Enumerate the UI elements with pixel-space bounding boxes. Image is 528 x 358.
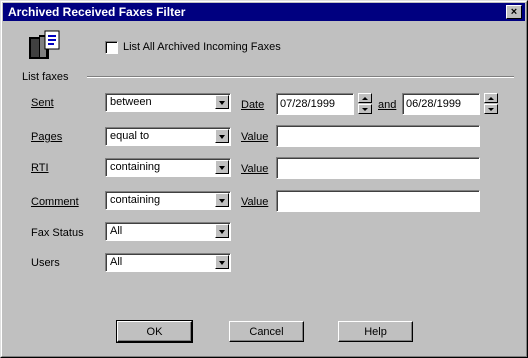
comment-operator-value: containing	[110, 194, 161, 206]
comment-label: Comment	[31, 196, 79, 208]
date-from-field[interactable]: 07/28/1999	[276, 93, 354, 115]
list-all-checkbox[interactable]	[105, 41, 118, 54]
pages-value-field[interactable]	[276, 125, 480, 147]
sent-label: Sent	[31, 97, 54, 109]
users-value: All	[110, 256, 123, 268]
date-to-value: 06/28/1999	[406, 98, 462, 110]
list-all-label: List All Archived Incoming Faxes	[123, 41, 281, 53]
rti-operator-value: containing	[110, 161, 161, 173]
pages-value-label: Value	[241, 131, 269, 143]
users-select[interactable]: All	[105, 253, 231, 272]
cancel-button[interactable]: Cancel	[229, 321, 304, 342]
spin-up-icon[interactable]	[358, 93, 372, 103]
rti-label: RTI	[31, 162, 49, 174]
chevron-down-icon[interactable]	[215, 129, 229, 143]
date-to-field[interactable]: 06/28/1999	[402, 93, 480, 115]
fax-archive-icon	[29, 30, 60, 59]
date-to-spinner[interactable]	[484, 93, 498, 115]
rti-value-label: Value	[241, 163, 269, 175]
chevron-down-icon[interactable]	[215, 255, 229, 269]
date-label: Date	[241, 99, 265, 111]
fax-status-select[interactable]: All	[105, 222, 231, 241]
chevron-down-icon[interactable]	[215, 160, 229, 174]
users-label: Users	[31, 257, 60, 269]
close-button[interactable]: ×	[506, 5, 522, 19]
window-title: Archived Received Faxes Filter	[8, 5, 186, 19]
ok-button[interactable]: OK	[116, 320, 193, 343]
sent-operator-select[interactable]: between	[105, 93, 231, 112]
rti-operator-select[interactable]: containing	[105, 158, 231, 177]
pages-operator-value: equal to	[110, 130, 150, 142]
title-bar: Archived Received Faxes Filter ×	[3, 3, 525, 21]
chevron-down-icon[interactable]	[215, 95, 229, 109]
and-label: and	[378, 99, 397, 111]
comment-value-label: Value	[241, 196, 269, 208]
spin-down-icon[interactable]	[484, 104, 498, 114]
comment-value-field[interactable]	[276, 190, 480, 212]
sent-operator-value: between	[110, 96, 152, 108]
date-from-value: 07/28/1999	[280, 98, 336, 110]
dialog-window: Archived Received Faxes Filter × List Al…	[0, 0, 528, 358]
rti-value-field[interactable]	[276, 157, 480, 179]
chevron-down-icon[interactable]	[215, 193, 229, 207]
group-separator	[87, 76, 514, 78]
chevron-down-icon[interactable]	[215, 224, 229, 238]
date-from-spinner[interactable]	[358, 93, 372, 115]
help-button[interactable]: Help	[338, 321, 413, 342]
comment-operator-select[interactable]: containing	[105, 191, 231, 210]
fax-status-label: Fax Status	[31, 227, 84, 239]
pages-operator-select[interactable]: equal to	[105, 127, 231, 146]
pages-label: Pages	[31, 131, 63, 143]
spin-down-icon[interactable]	[358, 104, 372, 114]
fax-status-value: All	[110, 225, 123, 237]
spin-up-icon[interactable]	[484, 93, 498, 103]
list-faxes-label: List faxes	[22, 71, 69, 83]
